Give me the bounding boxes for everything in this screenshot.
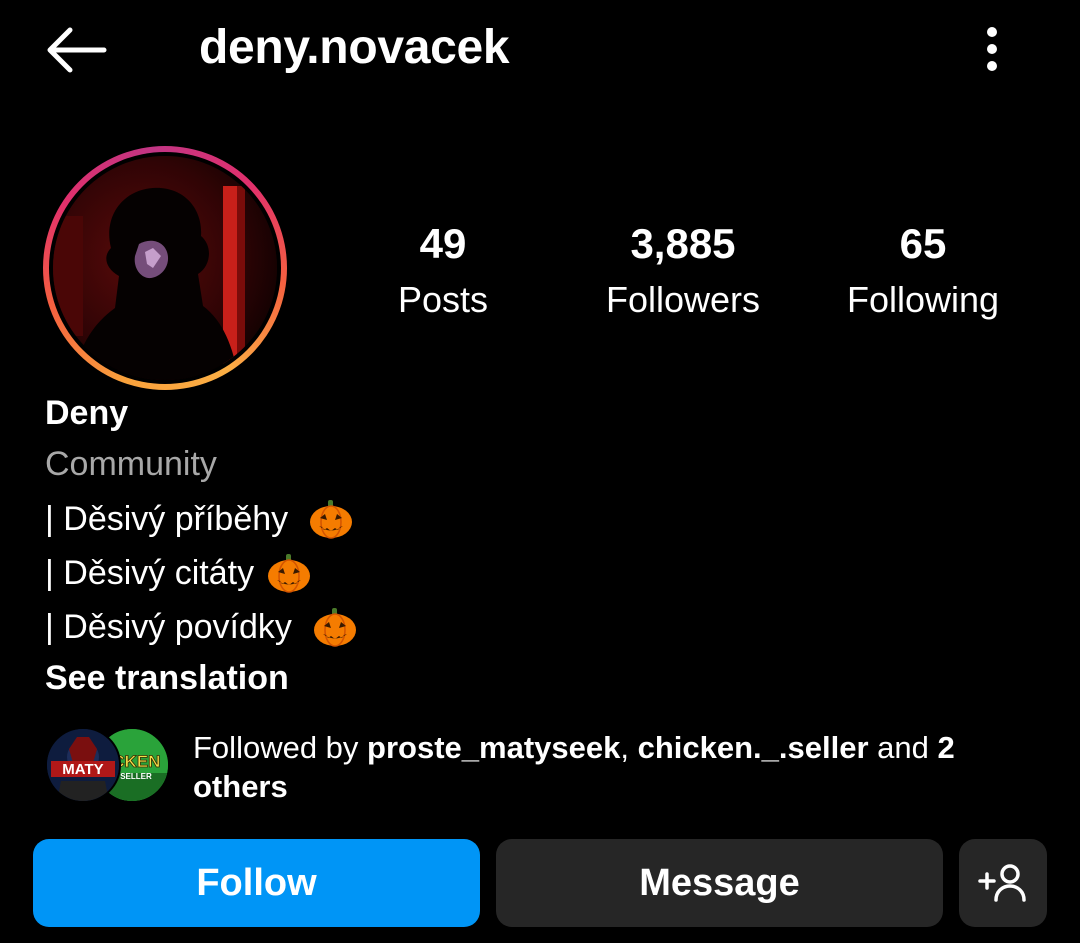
svg-text:MATY: MATY [62, 761, 103, 778]
follow-button[interactable]: Follow [33, 839, 480, 927]
followed-by-separator: , [620, 730, 638, 765]
profile-avatar-story-ring[interactable] [43, 146, 287, 390]
bio-line: | Děsivý příběhy [45, 492, 745, 546]
followers-count: 3,885 [630, 220, 736, 267]
stat-followers[interactable]: 3,885 Followers [583, 218, 783, 330]
stat-following[interactable]: 65 Following [823, 218, 1023, 330]
bio-line-text: | Děsivý příběhy [45, 500, 289, 538]
mutual-user-link[interactable]: proste_matyseek [367, 730, 620, 765]
add-person-icon [978, 864, 1026, 902]
posts-label: Posts [397, 279, 489, 320]
profile-category: Community [45, 445, 217, 483]
others-count[interactable]: 2 [937, 730, 954, 765]
bio-line-text: | Děsivý povídky [45, 608, 292, 646]
mutual-avatar-proste-matyseek: MATY [45, 727, 121, 803]
suggested-accounts-button[interactable] [959, 839, 1047, 927]
followers-label: Followers [605, 279, 761, 320]
display-name: Deny [45, 394, 129, 432]
posts-count: 49 [419, 220, 467, 267]
stat-posts[interactable]: 49 Posts [343, 218, 543, 330]
see-translation-link[interactable]: See translation [45, 654, 745, 702]
bio-line-text: | Děsivý citáty [45, 554, 255, 592]
more-vertical-icon [987, 27, 997, 71]
followed-by-text: Followed by proste_matyseek, chicken._.s… [193, 728, 1033, 806]
mutual-user-link[interactable]: chicken._.seller [638, 730, 869, 765]
message-button[interactable]: Message [496, 839, 943, 927]
profile-bio: Deny Community | Děsivý příběhy | Děsivý… [45, 390, 745, 702]
profile-username: deny.novacek [199, 21, 510, 74]
pumpkin-icon [308, 499, 354, 539]
followed-by-prefix: Followed by [193, 730, 368, 765]
followed-by-and: and [868, 730, 938, 765]
following-label: Following [846, 279, 1000, 320]
bio-line: | Děsivý povídky [45, 600, 745, 654]
back-arrow-icon [47, 27, 107, 73]
others-label[interactable]: others [193, 769, 288, 804]
following-count: 65 [899, 220, 947, 267]
bio-line: | Děsivý citáty [45, 546, 745, 600]
profile-avatar [53, 156, 277, 380]
more-options-button[interactable] [972, 20, 1012, 80]
pumpkin-icon [312, 607, 358, 647]
mutual-followers-avatars[interactable]: ICKEN SELLER MATY [45, 727, 170, 803]
pumpkin-icon [266, 553, 312, 593]
svg-text:SELLER: SELLER [120, 772, 152, 781]
back-button[interactable] [40, 20, 116, 80]
